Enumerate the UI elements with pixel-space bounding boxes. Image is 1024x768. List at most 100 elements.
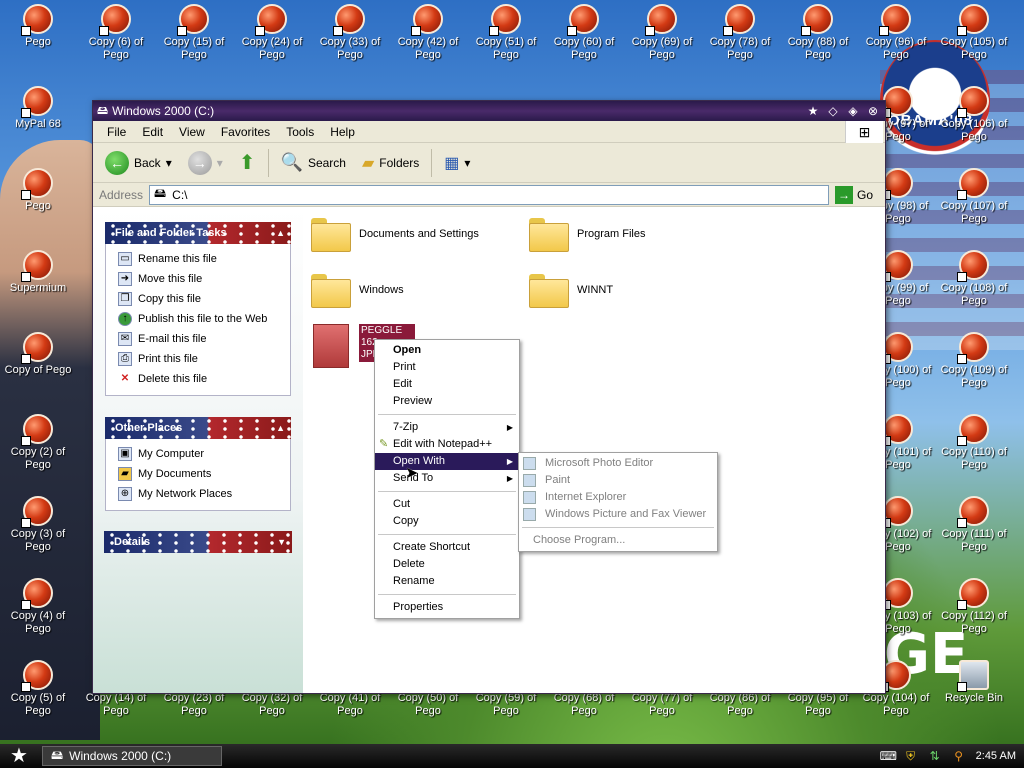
desktop-icon[interactable]: Copy (88) of Pego	[780, 4, 856, 62]
ctx-rename[interactable]: Rename	[375, 573, 519, 590]
ctx-7zip[interactable]: 7-Zip ▶	[375, 419, 519, 436]
menu-favorites[interactable]: Favorites	[213, 125, 278, 139]
details-header[interactable]: Details ▼	[104, 531, 292, 553]
pego-icon	[21, 250, 53, 282]
desktop-icon[interactable]: MyPal 68	[0, 86, 76, 131]
ctx-notepadpp[interactable]: ✎ Edit with Notepad++	[375, 436, 519, 453]
task-rename[interactable]: ▭ Rename this file	[118, 249, 290, 269]
search-button[interactable]: 🔍 Search	[275, 147, 352, 179]
desktop-icon[interactable]: Copy (60) of Pego	[546, 4, 622, 62]
task-delete[interactable]: ✕ Delete this file	[118, 369, 290, 389]
desktop-icon[interactable]: Copy (42) of Pego	[390, 4, 466, 62]
desktop-icon[interactable]: Copy (15) of Pego	[156, 4, 232, 62]
ctx-edit[interactable]: Edit	[375, 376, 519, 393]
place-my-documents[interactable]: ▰ My Documents	[118, 464, 290, 484]
desktop-icon[interactable]: Copy (69) of Pego	[624, 4, 700, 62]
menu-tools[interactable]: Tools	[278, 125, 322, 139]
task-email[interactable]: ✉ E-mail this file	[118, 329, 290, 349]
ctx-delete[interactable]: Delete	[375, 556, 519, 573]
menu-file[interactable]: File	[99, 125, 134, 139]
desktop-icon[interactable]: Copy (111) of Pego	[936, 496, 1012, 554]
folder-item[interactable]: Windows	[311, 274, 404, 308]
desktop-icon[interactable]: Copy of Pego	[0, 332, 76, 377]
desktop-icon[interactable]: Copy (78) of Pego	[702, 4, 778, 62]
ctx-send-to[interactable]: Send To ▶	[375, 470, 519, 487]
desktop-icon[interactable]: Copy (105) of Pego	[936, 4, 1012, 62]
choose-program[interactable]: Choose Program...	[519, 532, 717, 549]
security-shield-icon[interactable]: ⛨	[904, 749, 918, 763]
desktop-icon[interactable]: Copy (5) of Pego	[0, 660, 76, 718]
folders-button[interactable]: ▰ Folders	[356, 147, 425, 179]
desktop-icon[interactable]: Copy (24) of Pego	[234, 4, 310, 62]
go-button[interactable]: → Go	[834, 185, 879, 204]
pego-icon	[881, 578, 913, 610]
desktop-icon[interactable]: Copy (110) of Pego	[936, 414, 1012, 472]
app-picture-viewer[interactable]: Windows Picture and Fax Viewer	[519, 506, 717, 523]
folder-item[interactable]: WINNT	[529, 274, 613, 308]
forward-button[interactable]: → ▾	[182, 147, 229, 179]
dropdown-icon[interactable]: ▾	[217, 156, 223, 170]
back-button[interactable]: ← Back ▾	[99, 147, 178, 179]
maximize-button[interactable]: ◈	[845, 103, 861, 119]
desktop-icon[interactable]: Copy (3) of Pego	[0, 496, 76, 554]
desktop-icon[interactable]: Copy (96) of Pego	[858, 4, 934, 62]
ctx-open[interactable]: Open	[375, 342, 519, 359]
up-button[interactable]: ⬆	[233, 147, 262, 179]
desktop-icon-label: Copy (41) of Pego	[319, 692, 381, 717]
task-move[interactable]: ➜ Move this file	[118, 269, 290, 289]
desktop-icon[interactable]: Copy (112) of Pego	[936, 578, 1012, 636]
desktop-icon[interactable]: Pego	[0, 4, 76, 49]
ctx-create-shortcut[interactable]: Create Shortcut	[375, 539, 519, 556]
desktop-icon-label: Copy (68) of Pego	[553, 692, 615, 717]
ctx-open-with[interactable]: Open With ▶	[375, 453, 519, 470]
desktop-icon[interactable]: Supermium	[0, 250, 76, 295]
other-places-header[interactable]: Other Places ▲	[105, 417, 291, 439]
collapse-icon[interactable]: ▲	[276, 417, 285, 439]
desktop-icon[interactable]: Copy (108) of Pego	[936, 250, 1012, 308]
app-paint[interactable]: Paint	[519, 472, 717, 489]
ctx-cut[interactable]: Cut	[375, 496, 519, 513]
taskbar-window-button[interactable]: 🖴 Windows 2000 (C:)	[42, 746, 222, 766]
app-internet-explorer[interactable]: Internet Explorer	[519, 489, 717, 506]
desktop-icon[interactable]: Copy (33) of Pego	[312, 4, 388, 62]
minimize-button[interactable]: ◇	[825, 103, 841, 119]
folder-item[interactable]: Program Files	[529, 218, 645, 252]
keyboard-icon[interactable]: ⌨	[880, 749, 897, 763]
start-button[interactable]: ★	[0, 744, 38, 768]
app-photo-editor[interactable]: Microsoft Photo Editor	[519, 455, 717, 472]
dropdown-icon[interactable]: ▾	[166, 156, 172, 170]
clock[interactable]: 2:45 AM	[976, 750, 1016, 762]
menu-edit[interactable]: Edit	[134, 125, 171, 139]
desktop-icon[interactable]: Copy (109) of Pego	[936, 332, 1012, 390]
menu-view[interactable]: View	[171, 125, 213, 139]
desktop-icon-label: Copy (86) of Pego	[709, 692, 771, 717]
search-tray-icon[interactable]: ⚲	[952, 749, 966, 763]
place-my-computer[interactable]: ▣ My Computer	[118, 444, 290, 464]
file-tasks-header[interactable]: File and Folder Tasks ▲	[105, 222, 291, 244]
views-button[interactable]: ▦ ▾	[438, 147, 476, 179]
task-publish[interactable]: ↑ Publish this file to the Web	[118, 309, 290, 329]
collapse-icon[interactable]: ▲	[276, 222, 285, 244]
task-print[interactable]: ⎙ Print this file	[118, 349, 290, 369]
desktop-icon[interactable]: Copy (106) of Pego	[936, 86, 1012, 144]
place-my-network[interactable]: ⊕ My Network Places	[118, 484, 290, 504]
recycle-bin-icon[interactable]: Recycle Bin	[936, 660, 1012, 705]
desktop-icon[interactable]: Copy (4) of Pego	[0, 578, 76, 636]
network-icon[interactable]: ⇅	[928, 749, 942, 763]
menu-help[interactable]: Help	[322, 125, 363, 139]
expand-icon[interactable]: ▼	[277, 531, 286, 553]
desktop-icon[interactable]: Copy (6) of Pego	[78, 4, 154, 62]
desktop-icon[interactable]: Pego	[0, 168, 76, 213]
title-bar[interactable]: 🖴 Windows 2000 (C:) ★ ◇ ◈ ⊗	[93, 101, 885, 121]
ctx-preview[interactable]: Preview	[375, 393, 519, 410]
desktop-icon[interactable]: Copy (107) of Pego	[936, 168, 1012, 226]
desktop-icon[interactable]: Copy (2) of Pego	[0, 414, 76, 472]
task-copy[interactable]: ❐ Copy this file	[118, 289, 290, 309]
close-button[interactable]: ⊗	[865, 103, 881, 119]
folder-item[interactable]: Documents and Settings	[311, 218, 479, 252]
ctx-copy[interactable]: Copy	[375, 513, 519, 530]
ctx-properties[interactable]: Properties	[375, 599, 519, 616]
ctx-print[interactable]: Print	[375, 359, 519, 376]
desktop-icon[interactable]: Copy (51) of Pego	[468, 4, 544, 62]
address-input[interactable]: 🖴 C:\	[149, 184, 829, 205]
